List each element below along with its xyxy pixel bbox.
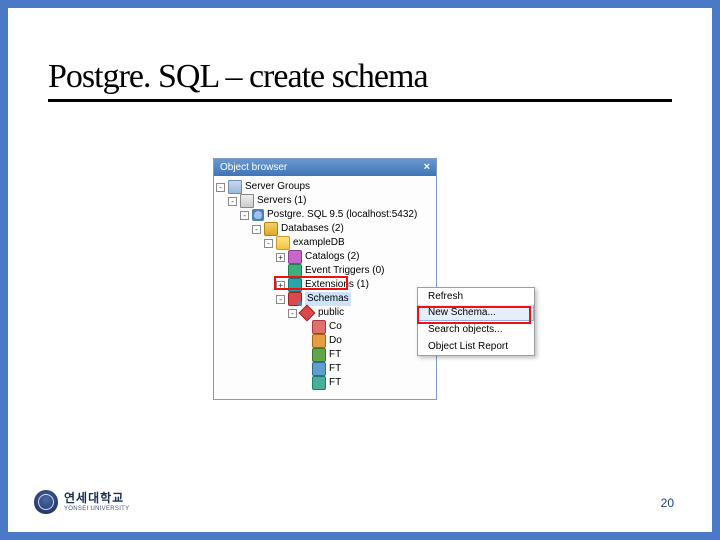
tree-label: FT	[329, 362, 341, 376]
tree-label: Do	[329, 334, 342, 348]
tree-node-exampledb[interactable]: - exampleDB	[216, 236, 434, 250]
servers-icon	[240, 194, 254, 208]
panel-title-text: Object browser	[220, 162, 287, 173]
highlight-schemas	[274, 276, 348, 290]
shield-icon	[34, 490, 58, 514]
tree-node-ft3[interactable]: FT	[216, 376, 434, 390]
collapse-icon[interactable]: -	[276, 295, 285, 304]
slide-title: Postgre. SQL – create schema	[48, 58, 672, 102]
fts-icon	[312, 362, 326, 376]
database-icon	[276, 236, 290, 250]
tree-node-schemas[interactable]: - Schemas	[216, 292, 434, 306]
databases-icon	[264, 222, 278, 236]
tree-label: FT	[329, 348, 341, 362]
catalogs-icon	[288, 250, 302, 264]
fts-icon	[312, 348, 326, 362]
logo-text-english: YONSEI UNIVERSITY	[64, 506, 129, 512]
tree-label: Schemas	[305, 292, 351, 306]
domains-icon	[312, 334, 326, 348]
tree-node-catalogs[interactable]: + Catalogs (2)	[216, 250, 434, 264]
tree-label: Databases (2)	[281, 222, 344, 236]
tree-label: Catalogs (2)	[305, 250, 359, 264]
menu-item-refresh[interactable]: Refresh	[418, 288, 534, 305]
fts-icon	[312, 376, 326, 390]
server-groups-icon	[228, 180, 242, 194]
highlight-new-schema	[417, 306, 531, 324]
tree-label: public	[318, 306, 344, 320]
collapse-icon[interactable]: -	[228, 197, 237, 206]
tree-label: Postgre. SQL 9.5 (localhost:5432)	[267, 208, 417, 222]
collapse-icon[interactable]: -	[288, 309, 297, 318]
expand-icon[interactable]: +	[276, 253, 285, 262]
pgadmin-screenshot: Object browser × - Server Groups - Serve…	[213, 158, 538, 403]
tree-label: FT	[329, 376, 341, 390]
tree-label: Co	[329, 320, 342, 334]
collapse-icon[interactable]: -	[252, 225, 261, 234]
postgres-icon	[252, 209, 264, 221]
tree-node-collations[interactable]: Co	[216, 320, 434, 334]
collations-icon	[312, 320, 326, 334]
tree-label: Servers (1)	[257, 194, 306, 208]
tree-node-server-groups[interactable]: - Server Groups	[216, 180, 434, 194]
university-logo: 연세대학교 YONSEI UNIVERSITY	[34, 490, 129, 514]
object-browser-panel: Object browser × - Server Groups - Serve…	[213, 158, 437, 400]
tree-label: Server Groups	[245, 180, 310, 194]
close-icon[interactable]: ×	[424, 162, 430, 173]
panel-titlebar: Object browser ×	[214, 159, 436, 176]
tree-node-databases[interactable]: - Databases (2)	[216, 222, 434, 236]
tree-node-ft2[interactable]: FT	[216, 362, 434, 376]
schema-icon	[299, 305, 316, 322]
logo-text-korean: 연세대학교	[64, 492, 129, 504]
collapse-icon[interactable]: -	[216, 183, 225, 192]
tree-node-domains[interactable]: Do	[216, 334, 434, 348]
page-number: 20	[661, 496, 674, 510]
collapse-icon[interactable]: -	[240, 211, 249, 220]
tree-node-ft1[interactable]: FT	[216, 348, 434, 362]
menu-item-object-list-report[interactable]: Object List Report	[418, 338, 534, 355]
tree-label: exampleDB	[293, 236, 345, 250]
collapse-icon[interactable]: -	[264, 239, 273, 248]
schemas-icon	[288, 292, 302, 306]
tree-node-postgres[interactable]: - Postgre. SQL 9.5 (localhost:5432)	[216, 208, 434, 222]
tree-node-public[interactable]: - public	[216, 306, 434, 320]
tree-node-servers[interactable]: - Servers (1)	[216, 194, 434, 208]
